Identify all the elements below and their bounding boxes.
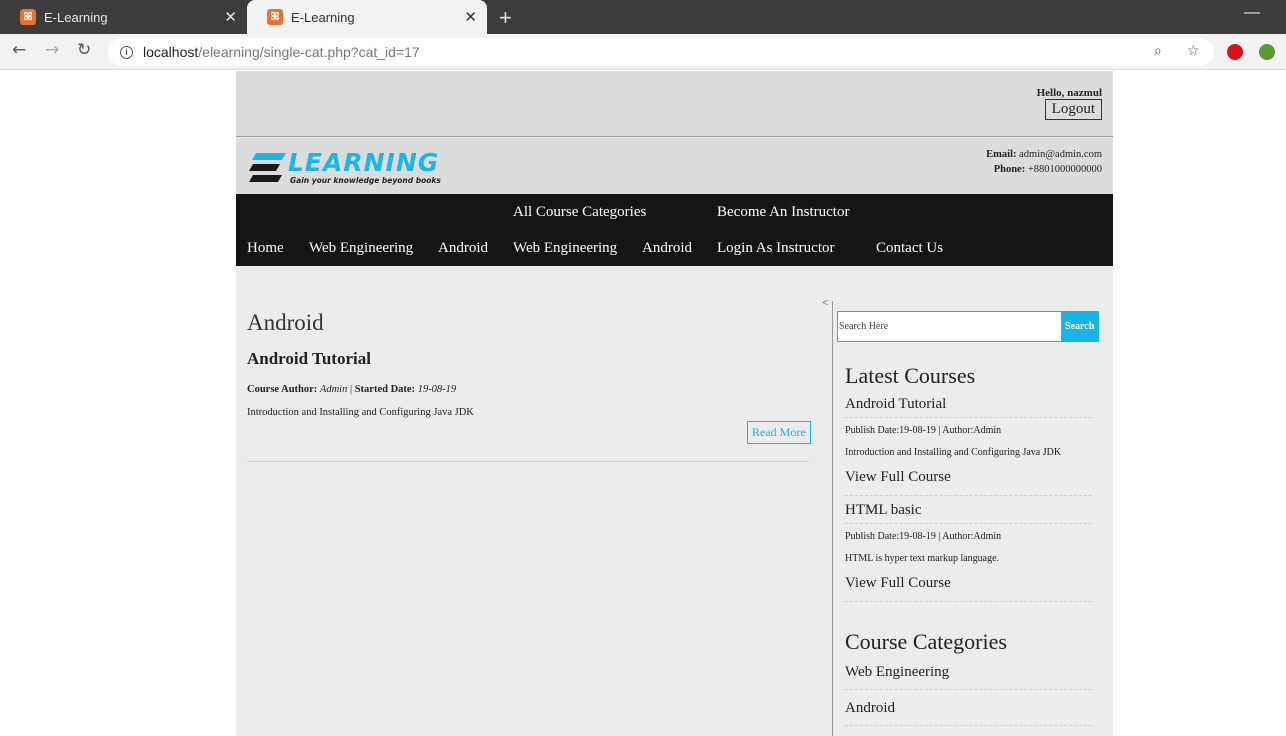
menu-home[interactable]: Home [247, 240, 284, 257]
logo[interactable]: LEARNING Gain your knowledge beyond book… [248, 148, 441, 188]
latest-course-item: HTML basic Publish Date:19-08-19 | Autho… [845, 502, 1092, 602]
category-link-android[interactable]: Android [845, 700, 1092, 726]
course-meta: Publish Date:19-08-19 | Author:Admin [845, 425, 1002, 436]
contact-info: Email: admin@admin.com Phone: +880100000… [986, 147, 1102, 177]
course-meta: Publish Date:19-08-19 | Author:Admin [845, 531, 1002, 542]
course-title[interactable]: HTML basic [845, 502, 1092, 524]
logo-text: LEARNING [288, 148, 440, 177]
menu-web-engineering[interactable]: Web Engineering [309, 240, 413, 257]
tab-title: E-Learning [44, 9, 108, 25]
course-desc: Introduction and Installing and Configur… [845, 447, 1062, 458]
post-excerpt: Introduction and Installing and Configur… [247, 407, 474, 418]
author-label: Course Author: [247, 384, 318, 395]
logout-button[interactable]: Logout [1044, 99, 1102, 120]
star-icon[interactable]: ☆ [1187, 43, 1200, 59]
sidebar: Search Latest Courses Android Tutorial P… [832, 301, 1113, 736]
menu-become-instructor[interactable]: Become An Instructor [717, 204, 849, 221]
date-label: Started Date: [354, 384, 416, 395]
zoom-icon[interactable]: ⌕ [1154, 43, 1162, 59]
info-icon[interactable]: i [120, 45, 133, 59]
read-more-button[interactable]: Read More [747, 421, 811, 444]
latest-course-item: Android Tutorial Publish Date:19-08-19 |… [845, 396, 1092, 496]
top-strip: Hello, nazmul Logout [236, 71, 1113, 137]
course-desc: HTML is hyper text markup language. [845, 553, 1000, 564]
logo-e-icon [249, 153, 286, 182]
latest-courses-heading: Latest Courses [845, 363, 976, 388]
category-title: Android [247, 310, 324, 335]
minimize-icon[interactable]: — [1244, 4, 1260, 22]
url-field[interactable]: i localhost/elearning/single-cat.php?cat… [108, 38, 1214, 66]
menu-all-course-categories[interactable]: All Course Categories [513, 204, 646, 221]
reload-icon[interactable]: ↻ [77, 40, 91, 60]
back-icon[interactable]: ← [12, 40, 26, 60]
xampp-icon: ꕤ [267, 9, 283, 25]
menu-android[interactable]: Android [642, 240, 692, 257]
meta-separator: | [349, 384, 353, 395]
email-value: admin@admin.com [1019, 149, 1102, 160]
menu-android[interactable]: Android [438, 240, 488, 257]
address-bar: ← → ↻ i localhost/elearning/single-cat.p… [0, 34, 1286, 70]
start-date: 19-08-19 [417, 384, 457, 395]
xampp-icon: ꕤ [20, 9, 36, 25]
tab-title: E-Learning [291, 9, 355, 25]
phone-label: Phone: [993, 164, 1026, 175]
page: Hello, nazmul Logout LEARNING Gain your … [236, 71, 1113, 736]
post-title[interactable]: Android Tutorial [247, 349, 371, 369]
forward-icon[interactable]: → [45, 40, 59, 60]
main-menu: All Course Categories Become An Instruct… [236, 194, 1113, 266]
menu-web-engineering[interactable]: Web Engineering [513, 240, 617, 257]
url-path: /elearning/single-cat.php?cat_id=17 [198, 44, 420, 60]
divider [247, 461, 809, 462]
menu-login-instructor[interactable]: Login As Instructor [717, 240, 835, 257]
close-icon[interactable]: ✕ [464, 8, 477, 26]
course-title[interactable]: Android Tutorial [845, 396, 1092, 418]
close-icon[interactable]: ✕ [224, 8, 237, 26]
brand-bar: LEARNING Gain your knowledge beyond book… [236, 138, 1113, 194]
view-full-course-link[interactable]: View Full Course [845, 469, 1092, 496]
browser-tab-1[interactable]: ꕤ E-Learning ✕ [0, 0, 247, 34]
opera-extension-icon[interactable] [1227, 44, 1243, 60]
view-full-course-link[interactable]: View Full Course [845, 575, 1092, 602]
browser-tab-2[interactable]: ꕤ E-Learning ✕ [247, 0, 487, 34]
search-form: Search [837, 311, 1099, 342]
url-host: localhost [143, 44, 199, 60]
post-meta: Course Author: Admin | Started Date: 19-… [247, 384, 456, 395]
browser-tab-bar: ꕤ E-Learning ✕ ꕤ E-Learning ✕ + — [0, 0, 1286, 34]
stray-char: < [822, 297, 829, 309]
phone-value: +8801000000000 [1027, 164, 1102, 175]
author-name: Admin [319, 384, 348, 395]
menu-contact-us[interactable]: Contact Us [876, 240, 943, 257]
course-categories-heading: Course Categories [845, 629, 1007, 654]
search-input[interactable] [838, 312, 1062, 341]
search-button[interactable]: Search [1061, 312, 1098, 341]
category-link-web-engineering[interactable]: Web Engineering [845, 664, 1092, 690]
idm-extension-icon[interactable] [1259, 44, 1275, 60]
new-tab-icon[interactable]: + [499, 5, 512, 31]
greeting: Hello, nazmul [1036, 87, 1102, 99]
email-label: Email: [986, 149, 1017, 160]
logo-tagline: Gain your knowledge beyond books [290, 176, 441, 185]
